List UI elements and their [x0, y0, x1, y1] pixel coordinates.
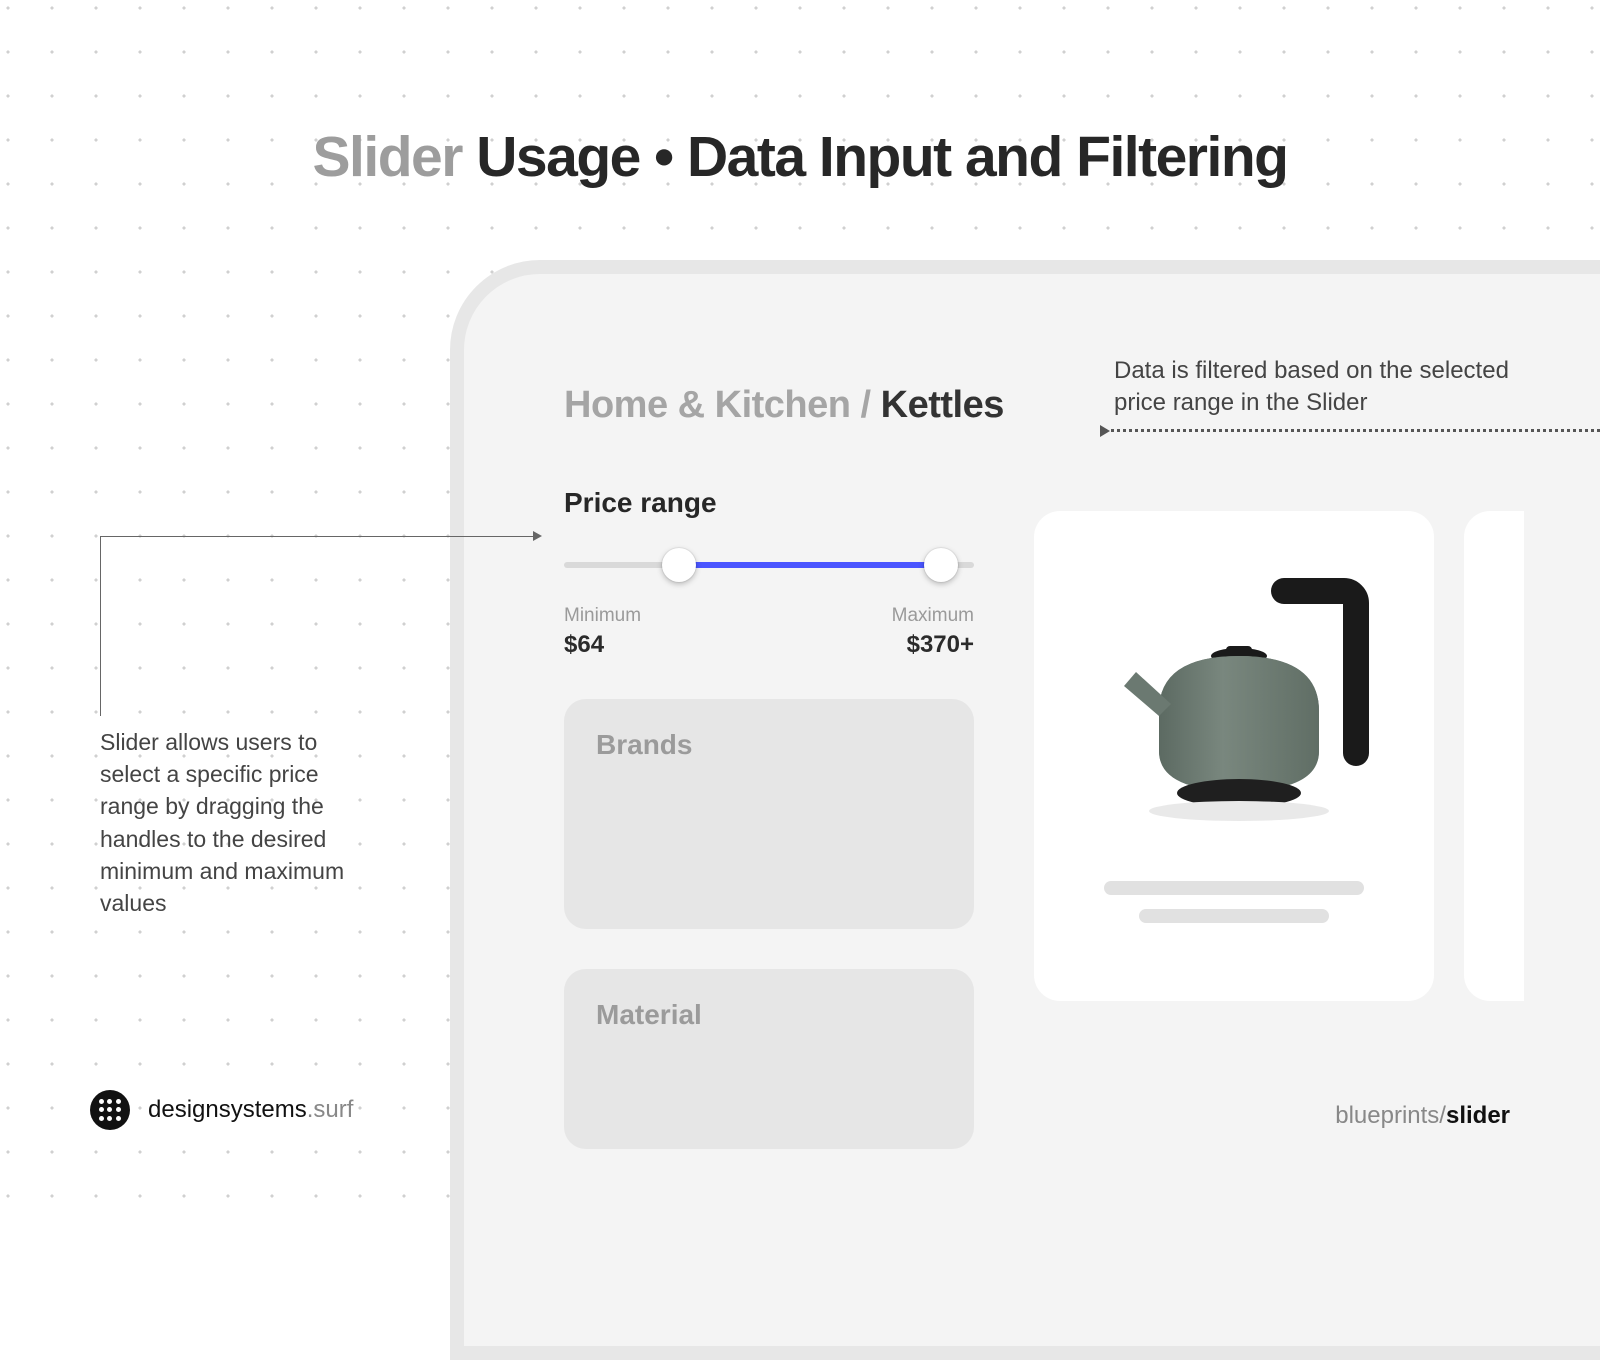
footer-path-prefix: blueprints/	[1335, 1102, 1446, 1129]
product-card[interactable]	[1034, 511, 1434, 1001]
filters-column: Price range Minimum $64 Maximum $370+ Br…	[564, 487, 974, 1149]
slider-track-fill	[679, 562, 941, 568]
slider-max-value: $370+	[892, 631, 974, 659]
breadcrumb-parent[interactable]: Home & Kitchen	[564, 384, 850, 426]
product-grid	[1034, 511, 1600, 1001]
product-image-kettle	[1074, 541, 1394, 841]
annotation-left-text: Slider allows users to select a specific…	[100, 726, 380, 919]
slider-min-value: $64	[564, 631, 641, 659]
product-subtitle-placeholder	[1139, 909, 1329, 923]
slider-handle-max[interactable]	[924, 548, 958, 582]
breadcrumb-separator: /	[850, 384, 880, 426]
footer-path: blueprints/slider	[1335, 1102, 1510, 1130]
footer-brand[interactable]: designsystems.surf	[90, 1090, 353, 1130]
price-range-slider[interactable]	[564, 547, 974, 583]
logo-icon	[90, 1090, 130, 1130]
brands-title: Brands	[596, 729, 942, 761]
material-filter-block[interactable]: Material	[564, 969, 974, 1149]
product-title-placeholder	[1104, 881, 1364, 895]
brands-filter-block[interactable]: Brands	[564, 699, 974, 929]
slider-max-block: Maximum $370+	[892, 605, 974, 659]
device-frame: Home & Kitchen / Kettles Price range Min…	[450, 260, 1600, 1360]
slider-handle-min[interactable]	[662, 548, 696, 582]
slider-min-label: Minimum	[564, 605, 641, 627]
page-title: Slider Usage • Data Input and Filtering	[0, 124, 1600, 190]
results-column: Data is filtered based on the selected p…	[1034, 487, 1600, 1149]
annotation-pointer-line-vertical	[100, 536, 101, 716]
brand-main: designsystems	[148, 1096, 307, 1123]
title-muted: Slider	[313, 125, 462, 189]
product-card-peek[interactable]	[1464, 511, 1524, 1001]
annotation-right-arrow	[1104, 429, 1600, 432]
slider-max-label: Maximum	[892, 605, 974, 627]
breadcrumb-current: Kettles	[881, 384, 1004, 426]
title-rest: Usage • Data Input and Filtering	[462, 125, 1288, 189]
brand-suffix: .surf	[307, 1096, 354, 1123]
slider-min-block: Minimum $64	[564, 605, 641, 659]
brand-text: designsystems.surf	[148, 1096, 353, 1124]
annotation-right-text: Data is filtered based on the selected p…	[1114, 355, 1534, 420]
annotation-pointer-line	[100, 536, 540, 537]
slider-labels: Minimum $64 Maximum $370+	[564, 605, 974, 659]
price-range-title: Price range	[564, 487, 974, 519]
material-title: Material	[596, 999, 942, 1031]
footer-path-name: slider	[1446, 1102, 1510, 1129]
